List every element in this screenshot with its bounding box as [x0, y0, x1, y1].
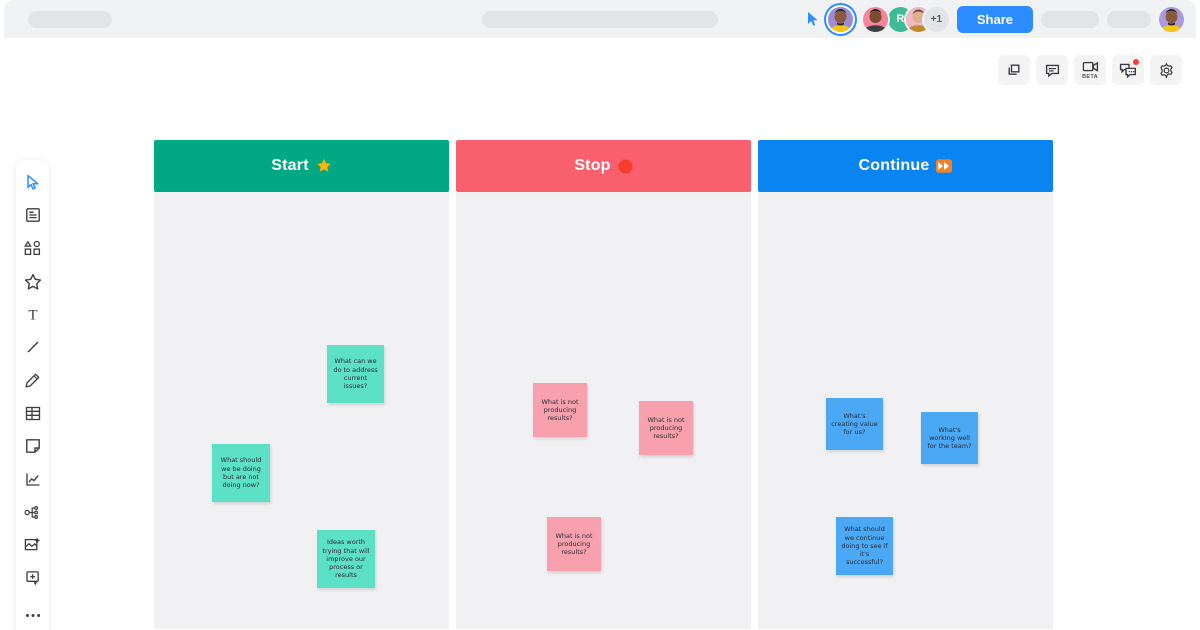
board-column-start[interactable]: Start What can we do to address current … — [154, 140, 449, 629]
sticky-note-text: What's working well for the team? — [927, 425, 972, 451]
text-tool[interactable]: T — [16, 300, 49, 333]
comment-button[interactable] — [1036, 55, 1068, 85]
more-horizontal-icon — [25, 605, 41, 623]
line-tool[interactable] — [16, 333, 49, 366]
sticky-note-text: What should we be doing but are not doin… — [220, 456, 262, 490]
shapes-icon — [24, 240, 41, 261]
topbar-action-placeholder-2[interactable] — [1107, 10, 1151, 28]
frames-icon — [1006, 62, 1023, 79]
sticky-note[interactable]: What is not producing results? — [547, 517, 601, 571]
sticky-note-text: What should we continue doing to see if … — [841, 525, 888, 567]
comment-icon — [1044, 62, 1061, 79]
column-body-continue[interactable]: What's creating value for us? What's work… — [758, 192, 1053, 629]
chat-notification-badge — [1133, 59, 1139, 65]
video-call-button[interactable]: BETA — [1074, 55, 1106, 85]
sticky-note-text: What is not producing results? — [555, 531, 593, 557]
sticky-note[interactable]: What is not producing results? — [639, 401, 693, 455]
column-header-continue: Continue — [758, 140, 1053, 192]
avatar-stack: R +1 — [862, 6, 949, 32]
sticky-note-text: Ideas worth trying that will improve our… — [322, 538, 370, 580]
column-header-start: Start — [154, 140, 449, 192]
video-camera-icon — [1082, 60, 1099, 73]
avatar-active-user[interactable] — [827, 6, 853, 32]
mindmap-icon — [24, 505, 42, 525]
chart-icon — [25, 472, 41, 492]
sticky-note-text: What is not producing results? — [647, 415, 685, 441]
canvas-top-toolbar: BETA — [998, 55, 1182, 85]
top-bar-right: R +1 Share — [806, 5, 1184, 33]
settings-button[interactable] — [1150, 55, 1182, 85]
chart-tool[interactable] — [16, 465, 49, 498]
pen-icon — [24, 372, 41, 394]
text-icon: T — [25, 306, 41, 327]
cursor-pointer-icon — [806, 11, 820, 27]
sticky-note-text: What is not producing results? — [541, 397, 579, 423]
stop-sign-emoji-icon — [618, 159, 633, 174]
frames-button[interactable] — [998, 55, 1030, 85]
avatar-collaborator-1[interactable] — [862, 6, 888, 32]
sticky-note-text: What can we do to address current issues… — [333, 357, 378, 391]
star-icon — [24, 273, 42, 295]
left-tool-rail: T — [16, 160, 49, 630]
template-icon — [25, 207, 41, 228]
sticky-note[interactable]: What should we be doing but are not doin… — [212, 444, 270, 502]
add-card-icon — [25, 570, 41, 591]
column-body-stop[interactable]: What is not producing results? What is no… — [456, 192, 751, 629]
more-tools[interactable] — [16, 597, 49, 630]
sticky-note[interactable]: What's creating value for us? — [826, 398, 883, 450]
sticky-note-icon — [25, 438, 41, 459]
add-card-tool[interactable] — [16, 564, 49, 597]
sticky-note[interactable]: What is not producing results? — [533, 383, 587, 437]
app-root: R +1 Share BETA T Start What can we do t… — [0, 0, 1200, 630]
sticky-note[interactable]: What should we continue doing to see if … — [836, 517, 893, 575]
video-beta-label: BETA — [1082, 74, 1098, 80]
chat-button[interactable] — [1112, 55, 1144, 85]
share-button[interactable]: Share — [956, 5, 1033, 33]
avatar-overflow-count[interactable]: +1 — [923, 6, 949, 32]
line-icon — [25, 339, 41, 360]
sticky-note[interactable]: What can we do to address current issues… — [327, 345, 384, 403]
sticky-note-text: What's creating value for us? — [831, 411, 878, 437]
sticky-note[interactable]: Ideas worth trying that will improve our… — [317, 530, 375, 588]
star-tool[interactable] — [16, 267, 49, 300]
board-canvas[interactable]: BETA T Start What can we do to address c… — [0, 38, 1200, 630]
board-column-continue[interactable]: Continue What's creating value for us? Wh… — [758, 140, 1053, 629]
column-title-continue: Continue — [858, 157, 930, 174]
sticky-note[interactable]: What's working well for the team? — [921, 412, 978, 464]
board-title-placeholder[interactable] — [28, 10, 112, 28]
board-column-stop[interactable]: Stop What is not producing results? What … — [456, 140, 751, 629]
board-toolbar-placeholder[interactable] — [482, 10, 718, 28]
image-icon — [24, 537, 41, 558]
table-tool[interactable] — [16, 399, 49, 432]
avatar-account-menu[interactable] — [1159, 6, 1184, 32]
pen-tool[interactable] — [16, 366, 49, 399]
cursor-pointer-icon — [25, 174, 40, 196]
sticky-note-tool[interactable] — [16, 432, 49, 465]
star-emoji-icon — [316, 158, 332, 174]
svg-text:T: T — [28, 308, 37, 323]
image-tool[interactable] — [16, 531, 49, 564]
column-title-start: Start — [271, 157, 309, 174]
column-body-start[interactable]: What can we do to address current issues… — [154, 192, 449, 629]
table-icon — [25, 406, 41, 426]
gear-icon — [1158, 62, 1175, 79]
mindmap-tool[interactable] — [16, 498, 49, 531]
column-header-stop: Stop — [456, 140, 751, 192]
shapes-tool[interactable] — [16, 234, 49, 267]
template-tool[interactable] — [16, 201, 49, 234]
topbar-action-placeholder-1[interactable] — [1041, 10, 1099, 28]
select-cursor-tool[interactable] — [16, 168, 49, 201]
column-title-stop: Stop — [574, 157, 611, 174]
fast-forward-emoji-icon — [936, 159, 953, 173]
app-top-bar: R +1 Share — [4, 0, 1196, 38]
